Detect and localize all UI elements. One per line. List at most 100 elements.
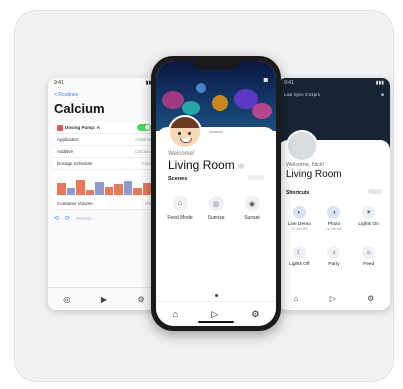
scene-label: Sunrise	[207, 215, 225, 221]
room-title: Living Room	[168, 158, 244, 172]
row-value: Calcium	[134, 149, 151, 154]
shortcut-grid: ◐ Live Demo 12 min left ◑ Photo 15 min left …	[282, 206, 386, 231]
status-time: 9:41	[54, 80, 64, 86]
schedule-bar	[57, 182, 66, 195]
section-title: Scenes	[168, 176, 188, 182]
sync-icon[interactable]: ⟲	[54, 215, 59, 222]
shortcut-tile[interactable]: ♨ Feed	[351, 246, 386, 267]
shortcut-grid: ☾ Lights Off ♪ Party ♨ Feed	[282, 246, 386, 267]
shortcut-label: Lights On	[358, 222, 379, 227]
row-label: Dosage Schedule	[57, 161, 93, 166]
gear-icon[interactable]: ⚙	[138, 295, 145, 304]
status-bar: 9:41 ▮▮▮	[48, 78, 160, 90]
schedule-bar	[85, 189, 94, 195]
gear-icon[interactable]: ⚙	[367, 294, 374, 303]
home-screen: ◙ Welcome! Living Room Scenes ⌂ Feed Mode…	[156, 61, 276, 326]
shortcut-tile[interactable]: ◐ Live Demo 12 min left	[282, 206, 317, 231]
avatar-hair	[170, 117, 200, 128]
shortcut-icon: ☀	[362, 206, 376, 219]
sunrise-icon: ◎	[208, 196, 224, 211]
room-name: Living Room	[168, 158, 235, 172]
settings-list: Dosing Pump: A Application Additive Addit…	[53, 122, 155, 210]
scene-label: Sunset	[244, 215, 260, 221]
room-title: Living Room	[286, 169, 342, 180]
home-icon[interactable]: ⌂	[173, 309, 178, 319]
scene-tile[interactable]: ⌂ Feed Mode	[162, 196, 198, 221]
schedule-bar	[123, 180, 132, 195]
dosing-pump-row[interactable]: Dosing Pump: A	[53, 122, 155, 134]
status-bar: 9:41 ▮▮▮	[278, 78, 390, 90]
tab-bar: ◎ ▶ ⚙	[48, 287, 160, 310]
dosage-schedule-chart	[53, 170, 155, 198]
shortcut-icon: ♪	[327, 246, 341, 259]
pump-toggle[interactable]	[137, 124, 151, 131]
schedule-bar	[76, 179, 85, 195]
shortcut-tile[interactable]: ☾ Lights Off	[282, 246, 317, 267]
scene-label: Feed Mode	[167, 215, 193, 221]
camera-icon[interactable]: ◙	[381, 92, 384, 97]
dosing-pump-label: Dosing Pump: A	[65, 124, 100, 130]
home-indicator	[198, 321, 234, 323]
schedule-bar	[114, 184, 123, 195]
shortcut-label: Party	[328, 262, 340, 267]
schedule-bar	[142, 182, 151, 195]
phone-notch	[194, 61, 238, 70]
avatar-mouth	[180, 138, 192, 143]
shortcut-sub: 12 min left	[291, 227, 308, 231]
refresh-label[interactable]: Refresh	[76, 216, 92, 222]
settings-row[interactable]: Dosage Schedule Auto	[53, 158, 155, 170]
refresh-icon[interactable]: ⟳	[65, 215, 70, 222]
container-row[interactable]: Container Volume Fill	[53, 198, 155, 210]
scene-tile[interactable]: ◉ Sunset	[234, 196, 270, 221]
section-title: Shortcuts	[286, 190, 310, 196]
edit-pill[interactable]	[368, 189, 382, 194]
play-icon[interactable]: ▷	[330, 294, 336, 303]
schedule-bar	[104, 187, 113, 195]
routine-screen: 9:41 ▮▮▮ < Routines Calcium Dosing Pump: …	[48, 78, 160, 310]
page-indicator	[215, 294, 218, 297]
avatar-eye	[188, 132, 191, 135]
row-label: Application	[57, 137, 80, 142]
shortcut-tile[interactable]: ♪ Party	[317, 246, 352, 267]
row-value: Additive	[134, 137, 151, 142]
camera-icon[interactable]: ◎	[63, 295, 70, 304]
tab-bar: ⌂ ▷ ⚙	[278, 286, 390, 310]
sync-text: Last Sync 9:41pm	[284, 92, 321, 97]
home-icon[interactable]: ⌂	[294, 294, 299, 303]
info-icon[interactable]	[237, 162, 244, 169]
scene-tile[interactable]: ◎ Sunrise	[198, 196, 234, 221]
play-icon[interactable]: ▶	[101, 295, 107, 304]
avatar[interactable]	[286, 130, 318, 162]
gear-icon[interactable]: ⚙	[251, 309, 259, 320]
avatar[interactable]	[168, 115, 202, 149]
schedule-bar	[133, 188, 142, 195]
camera-icon[interactable]: ◙	[264, 77, 268, 84]
page-title: Calcium	[54, 101, 105, 116]
row-value: Auto	[141, 161, 151, 166]
phone-frame: ◙ Welcome! Living Room Scenes ⌂ Feed Mode…	[151, 56, 281, 331]
row-label: Additive	[57, 149, 74, 154]
welcome-text: Welcome!	[168, 151, 195, 157]
signal-icon: ▮▮▮	[375, 80, 384, 86]
settings-row[interactable]: Application Additive	[53, 134, 155, 146]
back-button[interactable]: < Routines	[48, 90, 160, 100]
shortcut-icon: ☾	[292, 246, 306, 259]
row-label: Container Volume	[57, 201, 93, 206]
welcome-text: Welcome, Nick!	[286, 162, 325, 168]
edit-pill[interactable]	[248, 175, 264, 180]
shortcut-icon: ◐	[292, 206, 306, 219]
settings-row[interactable]: Additive Calcium	[53, 146, 155, 158]
avatar-eye	[178, 132, 181, 135]
play-icon[interactable]: ▷	[211, 309, 218, 320]
sync-bar: Last Sync 9:41pm ◙	[278, 90, 390, 99]
shortcut-tile[interactable]: ☀ Lights On	[351, 206, 386, 231]
shortcut-icon: ♨	[362, 246, 376, 259]
sheet-handle[interactable]	[209, 131, 223, 133]
status-time: 9:41	[284, 80, 294, 86]
schedule-bar	[95, 181, 104, 195]
shortcut-label: Feed	[363, 262, 375, 267]
shortcut-icon: ◑	[327, 206, 341, 219]
home-screen-dark: 9:41 ▮▮▮ Last Sync 9:41pm ◙ Welcome, Nick!…	[278, 78, 390, 310]
shortcut-tile[interactable]: ◑ Photo 15 min left	[317, 206, 352, 231]
sunset-icon: ◉	[244, 196, 260, 211]
